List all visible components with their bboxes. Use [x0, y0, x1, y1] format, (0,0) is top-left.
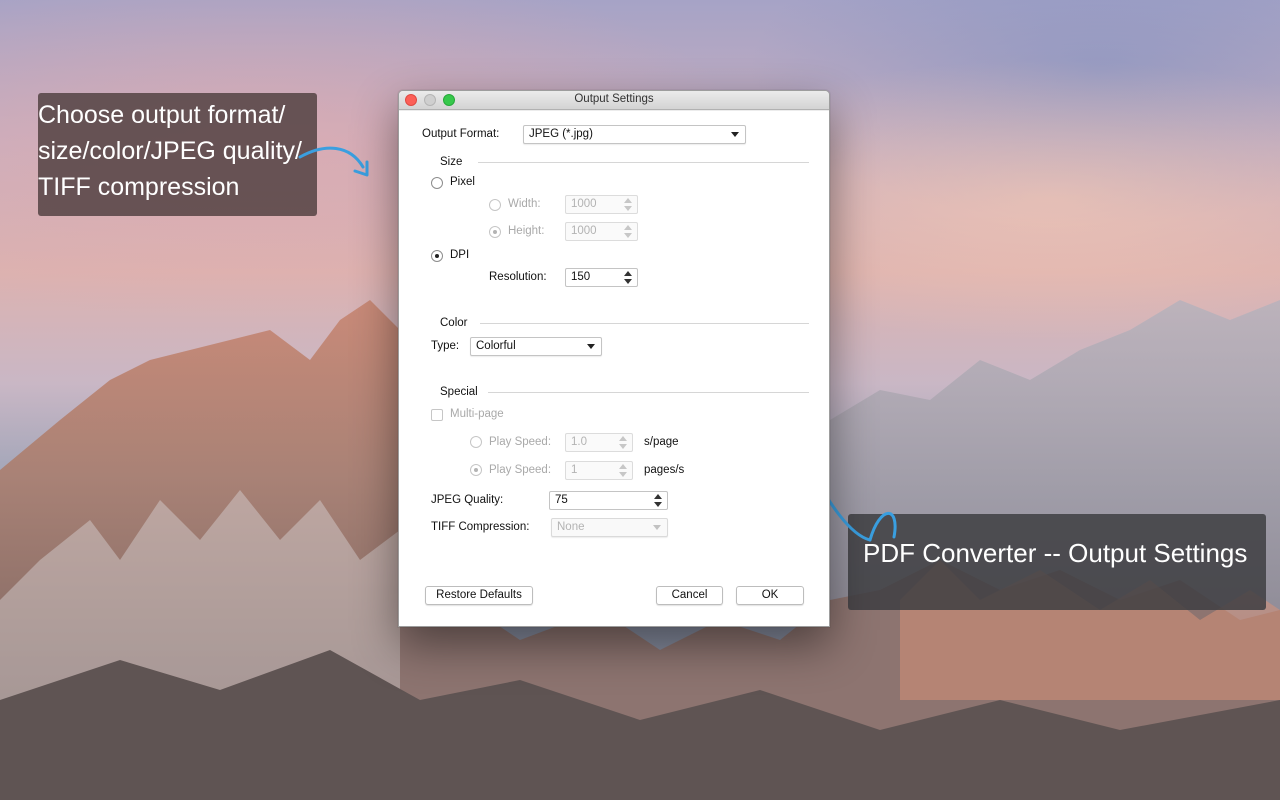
chevron-down-icon: [731, 132, 739, 137]
play-speed-label-2: Play Speed:: [489, 464, 552, 476]
play-speed-seconds-radio[interactable]: [470, 436, 482, 448]
callout-left-line-2: size/color/JPEG quality/: [38, 137, 302, 165]
output-format-value: JPEG (*.jpg): [529, 128, 593, 140]
play-speed-seconds-stepper[interactable]: 1.0: [565, 433, 633, 452]
title-bar[interactable]: Output Settings: [399, 91, 829, 110]
cancel-button[interactable]: Cancel: [656, 586, 723, 605]
callout-right: PDF Converter -- Output Settings: [848, 514, 1266, 610]
stepper-arrows-icon[interactable]: [654, 494, 663, 507]
multipage-checkbox[interactable]: [431, 409, 443, 421]
tiff-compression-value: None: [557, 521, 585, 533]
jpeg-quality-stepper[interactable]: 75: [549, 491, 668, 510]
callout-left-line-1: Choose output format/: [38, 101, 286, 129]
color-type-select[interactable]: Colorful: [470, 337, 602, 356]
color-group-title: Color: [440, 317, 468, 329]
multipage-label: Multi-page: [450, 408, 504, 420]
restore-defaults-button[interactable]: Restore Defaults: [425, 586, 533, 605]
stepper-arrows-icon[interactable]: [619, 464, 628, 477]
pixel-label: Pixel: [450, 176, 475, 188]
chevron-down-icon: [587, 344, 595, 349]
dpi-label: DPI: [450, 249, 470, 261]
play-speed-pages-radio[interactable]: [470, 464, 482, 476]
play-speed-unit-2: pages/s: [644, 464, 685, 476]
resolution-label: Resolution:: [489, 271, 547, 283]
chevron-down-icon: [653, 525, 661, 530]
jpeg-quality-label: JPEG Quality:: [431, 494, 504, 506]
height-value: 1000: [571, 225, 597, 237]
width-stepper[interactable]: 1000: [565, 195, 638, 214]
play-speed-label-1: Play Speed:: [489, 436, 552, 448]
window-title: Output Settings: [574, 93, 654, 105]
width-label: Width:: [508, 198, 541, 210]
play-speed-unit-1: s/page: [644, 436, 679, 448]
width-radio[interactable]: [489, 199, 501, 211]
tiff-compression-select[interactable]: None: [551, 518, 668, 537]
color-type-value: Colorful: [476, 340, 516, 352]
special-group-title: Special: [440, 386, 478, 398]
stepper-arrows-icon[interactable]: [624, 225, 633, 238]
resolution-stepper[interactable]: 150: [565, 268, 638, 287]
dialog-content: Output Format: JPEG (*.jpg) Size Pixel W…: [399, 111, 829, 626]
special-divider: [488, 392, 809, 393]
callout-left-line-3: TIFF compression: [38, 173, 240, 201]
play-speed-value-2: 1: [571, 464, 578, 476]
height-label: Height:: [508, 225, 545, 237]
pixel-radio[interactable]: [431, 177, 443, 189]
size-divider: [478, 162, 809, 163]
output-settings-window: Output Settings Output Format: JPEG (*.j…: [398, 90, 830, 627]
tiff-compression-label: TIFF Compression:: [431, 521, 530, 533]
height-radio[interactable]: [489, 226, 501, 238]
output-format-select[interactable]: JPEG (*.jpg): [523, 125, 746, 144]
ok-button[interactable]: OK: [736, 586, 804, 605]
stepper-arrows-icon[interactable]: [624, 198, 633, 211]
color-type-label: Type:: [431, 340, 460, 352]
arrow-left-icon: [298, 146, 369, 177]
width-value: 1000: [571, 198, 597, 210]
dpi-radio[interactable]: [431, 250, 443, 262]
play-speed-value-1: 1.0: [571, 436, 587, 448]
size-group-title: Size: [440, 156, 463, 168]
stepper-arrows-icon[interactable]: [619, 436, 628, 449]
play-speed-pages-stepper[interactable]: 1: [565, 461, 633, 480]
callout-left: Choose output format/ size/color/JPEG qu…: [38, 93, 317, 216]
height-stepper[interactable]: 1000: [565, 222, 638, 241]
stepper-arrows-icon[interactable]: [624, 271, 633, 284]
color-divider: [480, 323, 809, 324]
jpeg-quality-value: 75: [555, 494, 568, 506]
resolution-value: 150: [571, 271, 591, 283]
output-format-label: Output Format:: [422, 128, 500, 140]
